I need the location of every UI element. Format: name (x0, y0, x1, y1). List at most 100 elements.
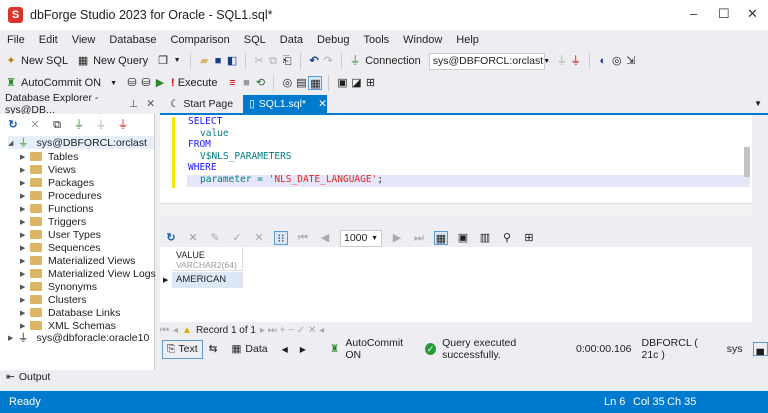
autocommit-button[interactable]: ♜ AutoCommit ON ▼ (4, 76, 117, 90)
camera-icon[interactable]: ◎ (610, 54, 624, 68)
prev-icon[interactable]: ◀ (282, 345, 288, 354)
maximize-button[interactable]: ☐ (718, 6, 730, 22)
tree-folder[interactable]: ▶ User Types (20, 228, 101, 241)
layout-icon[interactable]: ▣ (335, 76, 349, 90)
data-view-button[interactable]: ▦ Data (231, 343, 267, 355)
add-icon[interactable]: ⊞ (363, 76, 377, 90)
text-view-button[interactable]: ⎘ Text (162, 339, 203, 359)
column-header-value[interactable]: VALUE VARCHAR2(64) (172, 247, 243, 271)
vertical-scrollbar[interactable] (744, 147, 750, 177)
connect-icon[interactable]: ⏚ (94, 118, 108, 132)
paste-icon[interactable]: ⎗ (280, 54, 294, 68)
execute-button[interactable]: ! Execute (171, 77, 217, 89)
refresh-icon[interactable]: ↻ (164, 231, 178, 245)
cancel-icon[interactable]: ✕ (186, 231, 200, 245)
prev-page-icon[interactable]: ◀ (318, 231, 332, 245)
first-record-icon[interactable]: ⏮ (160, 325, 169, 336)
horizontal-scrollbar[interactable] (160, 203, 752, 216)
tree-folder[interactable]: ▶ Database Links (20, 306, 120, 319)
new-sql-button[interactable]: ✦ New SQL (4, 54, 68, 68)
tree-folder[interactable]: ▶ Triggers (20, 215, 86, 228)
tree-connection-orclast[interactable]: ◢ ⏚ sys@DBFORCL:orclast (8, 136, 154, 149)
next-record-icon[interactable]: ▸ ⏭ + − ✓ ✕ ◂ (260, 325, 324, 336)
search-icon[interactable]: ⚲ (500, 231, 514, 245)
new-connection-icon[interactable]: ⏚ (72, 118, 86, 132)
menu-edit[interactable]: Edit (39, 34, 58, 46)
connect-icon[interactable]: ⏚ (555, 54, 569, 68)
grid-toggle-icon[interactable]: ▦ (308, 76, 323, 90)
connection-select[interactable]: sys@DBFORCL:orclast ▼ (428, 52, 550, 70)
export-icon[interactable]: ⊞ (522, 231, 536, 245)
sql-editor[interactable]: SELECT value FROM V$NLS_PARAMETERS WHERE… (160, 115, 752, 203)
document-icon[interactable]: ▤ (294, 76, 308, 90)
tab-list-icon[interactable]: ▼ (754, 99, 762, 108)
autocommit-status[interactable]: AutoCommit ON (345, 337, 415, 361)
tree-folder[interactable]: ▶ Materialized Views (20, 254, 135, 267)
tree-folder[interactable]: ▶ Packages (20, 176, 94, 189)
save-icon[interactable]: ■ (211, 54, 225, 68)
tree-folder[interactable]: ▶ Tables (20, 150, 78, 163)
menu-tools[interactable]: Tools (363, 34, 389, 46)
menu-file[interactable]: File (7, 34, 25, 46)
close-panel-icon[interactable]: ✕ (146, 98, 155, 110)
edit-icon[interactable]: ✎ (208, 231, 222, 245)
new-query-button[interactable]: ▦ New Query (76, 54, 148, 68)
columns-icon[interactable]: ▥ (478, 231, 492, 245)
delete-icon[interactable]: ✕ (28, 118, 42, 132)
first-page-icon[interactable]: ⏮ (296, 231, 310, 245)
cut-icon[interactable]: ✂ (252, 54, 266, 68)
tree-folder[interactable]: ▶ Synonyms (20, 280, 97, 293)
run-icon[interactable]: ▶ (153, 76, 167, 90)
execute-statement-icon[interactable]: ≡ (225, 76, 239, 90)
disconnect-icon[interactable]: ⏚ (569, 54, 583, 68)
tree-folder[interactable]: ▶ Sequences (20, 241, 101, 254)
redo-icon[interactable]: ↷ (321, 54, 335, 68)
menu-comparison[interactable]: Comparison (170, 34, 229, 46)
grid-view-icon[interactable]: ▦ (434, 231, 448, 245)
close-tab-icon[interactable]: ✕ (318, 98, 327, 110)
menu-debug[interactable]: Debug (317, 34, 349, 46)
last-page-icon[interactable]: ⏭ (412, 231, 426, 245)
panel-toggle-icon[interactable]: ▄ (752, 342, 768, 356)
commit-icon[interactable]: ⛁ (125, 76, 139, 90)
swap-icon[interactable]: ⇆ (209, 343, 218, 355)
menu-sql[interactable]: SQL (244, 34, 266, 46)
save-all-icon[interactable]: ◧ (225, 54, 239, 68)
menu-database[interactable]: Database (109, 34, 156, 46)
copy-icon[interactable]: ⧉ (266, 54, 280, 68)
card-view-icon[interactable]: ▣ (456, 231, 470, 245)
fetch-all-icon[interactable]: ⁝⁝ (274, 231, 288, 245)
tree-folder[interactable]: ▶ Procedures (20, 189, 102, 202)
new-document-icon[interactable]: ❐ (156, 54, 170, 68)
tree-folder[interactable]: ▶ Clusters (20, 293, 87, 306)
explorer-icon[interactable]: ◐ (596, 54, 610, 68)
tree-folder[interactable]: ▶ Functions (20, 202, 94, 215)
collapse-icon[interactable]: ⧉ (50, 118, 64, 132)
chart-icon[interactable]: ◪ (349, 76, 363, 90)
camera-icon[interactable]: ◎ (280, 76, 294, 90)
menu-window[interactable]: Window (403, 34, 442, 46)
apply-icon[interactable]: ✓ (230, 231, 244, 245)
pin-icon[interactable]: ⊥ (129, 98, 138, 110)
page-size-select[interactable]: 1000 ▼ (340, 229, 382, 247)
minimize-button[interactable]: – (690, 6, 697, 21)
tree-folder[interactable]: ▶ Materialized View Logs (20, 267, 156, 280)
tab-sql1[interactable]: ▯ SQL1.sql* ✕ (243, 95, 327, 113)
discard-icon[interactable]: ✕ (252, 231, 266, 245)
prev-record-icon[interactable]: ◂ (173, 325, 178, 336)
dropdown-icon[interactable]: ▼ (170, 54, 184, 68)
next-page-icon[interactable]: ▶ (390, 231, 404, 245)
tree-folder[interactable]: ▶ Views (20, 163, 76, 176)
history-icon[interactable]: ⟲ (253, 76, 267, 90)
rollback-icon[interactable]: ⛁ (139, 76, 153, 90)
output-tab[interactable]: ⇤ Output (6, 371, 50, 383)
undo-icon[interactable]: ↶ (307, 54, 321, 68)
refresh-icon[interactable]: ↻ (6, 118, 20, 132)
close-button[interactable]: ✕ (747, 6, 758, 22)
menu-view[interactable]: View (72, 34, 96, 46)
navigate-icon[interactable]: ⇲ (624, 54, 638, 68)
tree-connection-oracle10[interactable]: ▶ ⏚ sys@dbforacle:oracle10 (8, 331, 149, 345)
disconnect-icon[interactable]: ⏚ (116, 118, 130, 132)
menu-data[interactable]: Data (280, 34, 303, 46)
menu-help[interactable]: Help (456, 34, 479, 46)
